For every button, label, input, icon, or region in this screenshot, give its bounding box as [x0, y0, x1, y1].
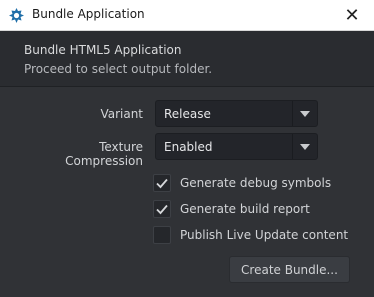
variant-label: Variant	[100, 107, 143, 121]
checkmark-icon	[156, 204, 168, 215]
chevron-down-icon	[300, 110, 310, 117]
texture-compression-label: Texture Compression	[65, 140, 143, 168]
close-icon: ✕	[344, 4, 360, 26]
app-logo-icon	[9, 8, 24, 23]
variant-select[interactable]: Release	[155, 100, 318, 127]
title-bar: Bundle Application ✕	[0, 0, 374, 31]
variant-dropdown-arrow[interactable]	[292, 101, 317, 126]
dialog-header: Bundle HTML5 Application Proceed to sele…	[0, 31, 374, 87]
build-report-label: Generate build report	[180, 202, 310, 216]
create-bundle-button[interactable]: Create Bundle...	[229, 256, 350, 283]
window-title: Bundle Application	[32, 7, 145, 21]
texture-compression-dropdown-arrow[interactable]	[292, 134, 317, 159]
close-button[interactable]: ✕	[330, 0, 374, 30]
texture-compression-value: Enabled	[164, 140, 213, 154]
live-update-label: Publish Live Update content	[180, 228, 349, 242]
variant-value: Release	[164, 107, 211, 121]
live-update-checkbox[interactable]	[153, 226, 171, 244]
texture-compression-select[interactable]: Enabled	[155, 133, 318, 160]
chevron-down-icon	[300, 143, 310, 150]
debug-symbols-checkbox[interactable]	[153, 174, 171, 192]
checkmark-icon	[156, 178, 168, 189]
debug-symbols-label: Generate debug symbols	[180, 176, 332, 190]
header-subtitle: Proceed to select output folder.	[24, 62, 213, 76]
header-title: Bundle HTML5 Application	[24, 43, 182, 57]
build-report-checkbox[interactable]	[153, 200, 171, 218]
